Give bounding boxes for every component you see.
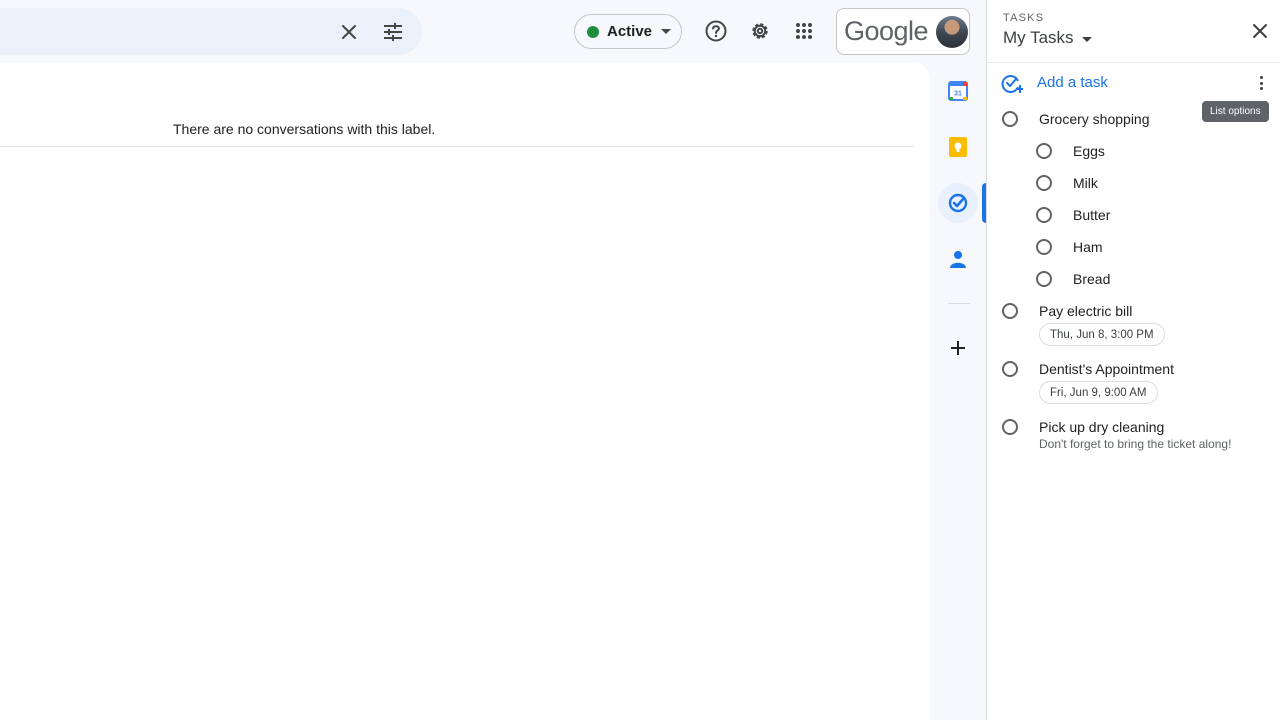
tasks-panel: TASKS My Tasks Add a task List options G… — [986, 0, 1280, 720]
task-complete-checkbox[interactable] — [1002, 111, 1018, 127]
rail-divider — [948, 303, 970, 304]
task-title[interactable]: Grocery shopping — [1039, 111, 1150, 127]
task-complete-checkbox[interactable] — [1036, 143, 1052, 159]
add-addon-plus-icon[interactable] — [938, 328, 978, 368]
empty-state-message: There are no conversations with this lab… — [173, 121, 436, 137]
add-task-button[interactable]: Add a task — [987, 66, 1280, 100]
empty-state: There are no conversations with this lab… — [0, 63, 914, 147]
caret-down-icon — [661, 29, 672, 34]
subtask-title[interactable]: Ham — [1073, 239, 1103, 255]
task-title[interactable]: Dentist's Appointment — [1039, 361, 1174, 377]
calendar-icon[interactable]: 31 — [938, 71, 978, 111]
task-due-date-chip[interactable]: Thu, Jun 8, 3:00 PM — [1039, 323, 1165, 346]
subtask-title[interactable]: Eggs — [1073, 143, 1105, 159]
task-complete-checkbox[interactable] — [1036, 175, 1052, 191]
settings-gear-icon[interactable] — [740, 11, 780, 51]
status-dot-icon — [587, 25, 599, 38]
task-title[interactable]: Pick up dry cleaning — [1039, 419, 1164, 435]
status-dropdown[interactable]: Active — [574, 14, 682, 49]
task-complete-checkbox[interactable] — [1002, 419, 1018, 435]
task-complete-checkbox[interactable] — [1036, 207, 1052, 223]
task-list-name: My Tasks — [1003, 28, 1074, 47]
tasks-header: TASKS My Tasks — [987, 0, 1280, 63]
task-due-date-chip[interactable]: Fri, Jun 9, 9:00 AM — [1039, 381, 1158, 404]
message-list-panel: There are no conversations with this lab… — [0, 63, 930, 720]
task-title[interactable]: Pay electric bill — [1039, 303, 1132, 319]
keep-notes-icon[interactable] — [938, 127, 978, 167]
add-task-label: Add a task — [1037, 74, 1108, 91]
list-options-more-icon[interactable] — [1253, 74, 1269, 92]
caret-down-icon — [1081, 36, 1092, 42]
status-label: Active — [607, 23, 653, 40]
clear-search-icon[interactable] — [329, 12, 369, 52]
add-task-icon — [1001, 73, 1023, 100]
task-note: Don't forget to bring the ticket along! — [1039, 437, 1232, 451]
task-complete-checkbox[interactable] — [1036, 271, 1052, 287]
task-complete-checkbox[interactable] — [1036, 239, 1052, 255]
help-icon[interactable] — [696, 11, 736, 51]
tasks-icon[interactable] — [938, 183, 978, 223]
avatar[interactable] — [936, 15, 969, 48]
account-switcher[interactable]: Google — [836, 8, 970, 55]
close-panel-icon[interactable] — [1249, 20, 1271, 42]
list-options-tooltip: List options — [1202, 101, 1269, 122]
subtask-title[interactable]: Butter — [1073, 207, 1110, 223]
apps-grid-icon[interactable] — [784, 11, 824, 51]
task-complete-checkbox[interactable] — [1002, 303, 1018, 319]
task-complete-checkbox[interactable] — [1002, 361, 1018, 377]
svg-text:31: 31 — [954, 91, 962, 98]
google-wordmark: Google — [844, 16, 929, 46]
tasks-eyebrow: TASKS — [1003, 12, 1045, 24]
search-options-icon[interactable] — [373, 12, 413, 52]
search-bar[interactable] — [0, 8, 422, 55]
task-list-selector[interactable]: My Tasks — [1003, 28, 1092, 48]
contacts-icon[interactable] — [938, 239, 978, 279]
subtask-title[interactable]: Bread — [1073, 271, 1110, 287]
subtask-title[interactable]: Milk — [1073, 175, 1098, 191]
